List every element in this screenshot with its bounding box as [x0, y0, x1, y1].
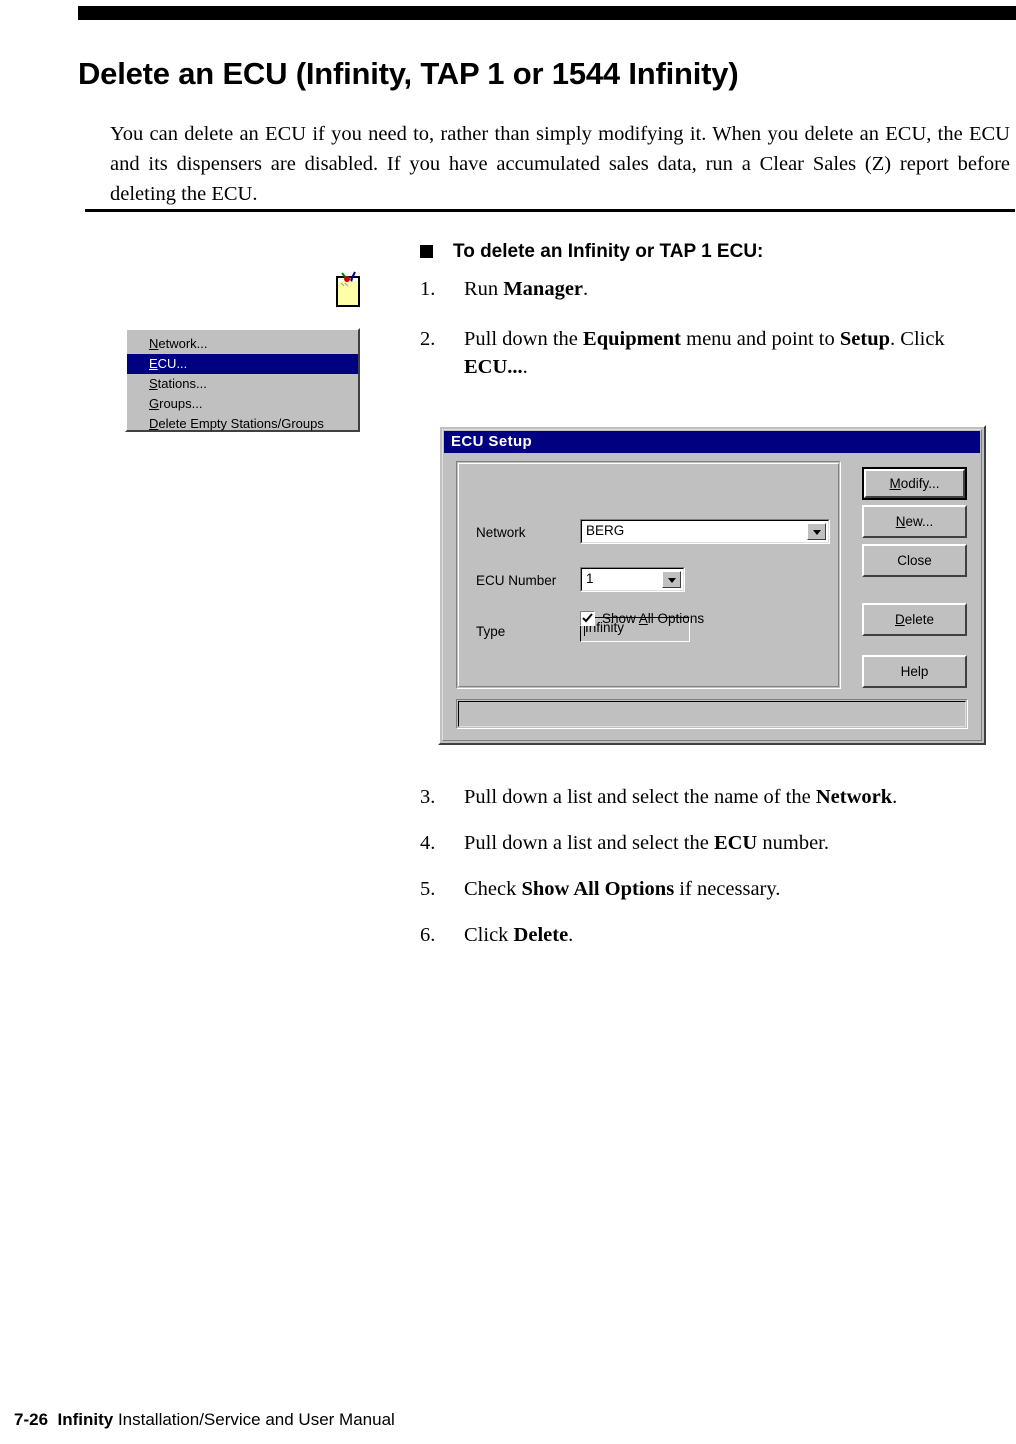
- step-number: 1.: [420, 278, 436, 300]
- menu-item-n0[interactable]: Network...: [127, 334, 358, 354]
- close-button[interactable]: Close: [862, 544, 967, 577]
- step-6: 6. Click Delete.: [420, 921, 980, 949]
- page-footer: 7-26 Infinity Installation/Service and U…: [14, 1410, 395, 1430]
- footer-page-number: 7-26: [14, 1410, 49, 1429]
- step-text: Pull down a list and select the ECU numb…: [464, 832, 829, 854]
- step-number: 3.: [420, 786, 436, 808]
- step-text: Click Delete.: [464, 924, 574, 946]
- ecu-number-combobox-field[interactable]: 1: [581, 568, 684, 591]
- chevron-down-icon[interactable]: [807, 523, 826, 540]
- checkmark-icon: [582, 613, 593, 623]
- step-3: 3. Pull down a list and select the name …: [420, 783, 980, 811]
- page-title: Delete an ECU (Infinity, TAP 1 or 1544 I…: [78, 55, 739, 91]
- modify-button[interactable]: Modify...: [862, 467, 967, 500]
- ecu-number-combobox[interactable]: 1: [580, 567, 685, 592]
- menu-item-g3[interactable]: Groups...: [127, 394, 358, 414]
- ecu-number-label: ECU Number: [476, 573, 557, 588]
- chevron-down-icon[interactable]: [662, 571, 681, 588]
- step-text: Pull down a list and select the name of …: [464, 786, 898, 808]
- help-button[interactable]: Help: [862, 655, 967, 688]
- step-number: 6.: [420, 924, 436, 946]
- step-5: 5. Check Show All Options if necessary.: [420, 875, 980, 903]
- procedure-heading: To delete an Infinity or TAP 1 ECU:: [420, 240, 1000, 264]
- network-label: Network: [476, 525, 526, 540]
- section-divider: [85, 209, 1015, 212]
- dialog-title-bar: ECU Setup: [444, 431, 980, 453]
- step-number: 5.: [420, 878, 436, 900]
- menu-item-d4[interactable]: Delete Empty Stations/Groups: [127, 414, 358, 434]
- footer-manual-title: Installation/Service and User Manual: [117, 1410, 395, 1429]
- new-button[interactable]: New...: [862, 505, 967, 538]
- step-4: 4. Pull down a list and select the ECU n…: [420, 829, 980, 857]
- equipment-setup-submenu[interactable]: Network... ECU... Stations... Groups... Dele…: [125, 328, 360, 432]
- menu-item-s2[interactable]: Stations...: [127, 374, 358, 394]
- ecu-setup-dialog[interactable]: ECU Setup Network BERG ECU Number 1 Type…: [438, 425, 986, 745]
- intro-paragraph: You can delete an ECU if you need to, ra…: [110, 122, 1010, 205]
- note-pad-icon: [334, 270, 362, 308]
- square-bullet-icon: [420, 245, 433, 258]
- footer-product: Infinity: [57, 1410, 114, 1429]
- ecu-number-value: 1: [586, 571, 594, 586]
- show-all-options-row[interactable]: Show All Options: [580, 611, 704, 626]
- step-text: Check Show All Options if necessary.: [464, 878, 781, 900]
- step-2: 2. Pull down the Equipment menu and poin…: [420, 325, 980, 381]
- step-text: Pull down the Equipment menu and point t…: [464, 328, 945, 378]
- step-text: Run Manager.: [464, 278, 589, 300]
- modify-button-label: Modify...: [864, 469, 965, 498]
- type-label: Type: [476, 624, 506, 639]
- step-number: 2.: [420, 328, 436, 350]
- show-all-options-label: Show All Options: [602, 611, 705, 626]
- procedure-heading-text: To delete an Infinity or TAP 1 ECU:: [453, 241, 764, 262]
- step-1: 1. Run Manager.: [420, 275, 980, 303]
- dialog-status-bar: [456, 699, 968, 729]
- delete-button[interactable]: Delete: [862, 603, 967, 636]
- network-combobox[interactable]: BERG: [580, 519, 830, 544]
- step-number: 4.: [420, 832, 436, 854]
- network-value: BERG: [586, 523, 625, 538]
- network-combobox-field[interactable]: BERG: [581, 520, 829, 543]
- show-all-options-checkbox[interactable]: [580, 611, 595, 626]
- page-top-rule: [78, 6, 1016, 20]
- menu-item-e1[interactable]: ECU...: [127, 354, 358, 374]
